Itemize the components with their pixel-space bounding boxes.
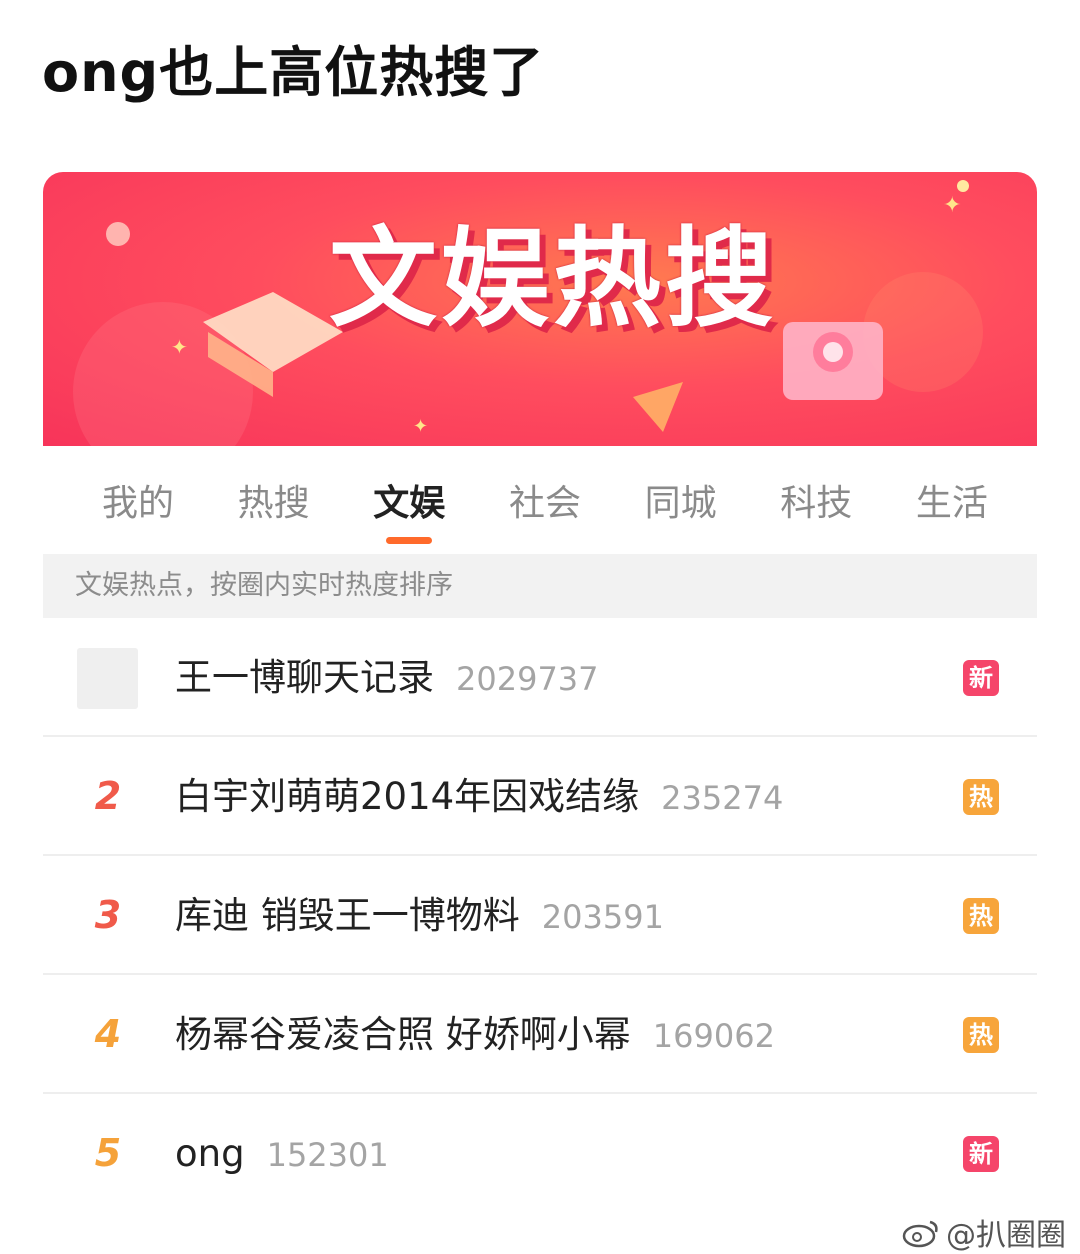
banner: ✦ ✦ ✦ 文娱热搜	[43, 172, 1037, 446]
heat-count: 169062	[652, 1017, 775, 1055]
tab-mine[interactable]: 我的	[93, 446, 183, 552]
rank-number: 4	[94, 1012, 122, 1056]
list-item[interactable]: 4 杨幂谷爱凌合照 好娇啊小幂 169062 热	[43, 975, 1037, 1094]
active-tab-indicator	[386, 537, 433, 544]
topic-line[interactable]: 杨幂谷爱凌合照 好娇啊小幂 169062	[175, 975, 775, 1096]
rank-number: 3	[94, 893, 122, 937]
topic-title: 杨幂谷爱凌合照 好娇啊小幂	[175, 1013, 631, 1056]
topic-title: 库迪 销毁王一博物料	[175, 894, 520, 937]
pinned-placeholder-icon	[77, 648, 138, 709]
heat-count: 203591	[541, 898, 664, 936]
topic-title: ong	[175, 1132, 245, 1175]
hot-badge: 热	[963, 898, 999, 934]
tab-life[interactable]: 生活	[907, 446, 997, 552]
topic-title: 白宇刘萌萌2014年因戏结缘	[175, 775, 640, 818]
topic-line[interactable]: 库迪 销毁王一博物料 203591	[175, 856, 664, 977]
heat-count: 2029737	[456, 660, 599, 698]
new-badge: 新	[963, 1136, 999, 1172]
topic-title: 王一博聊天记录	[175, 656, 434, 699]
watermark-text: @扒圈圈	[946, 1218, 1066, 1253]
list-item[interactable]: 2 白宇刘萌萌2014年因戏结缘 235274 热	[43, 737, 1037, 856]
post-title: ong也上高位热搜了	[42, 41, 545, 104]
rank-number: 5	[94, 1131, 122, 1175]
topic-line[interactable]: ong 152301	[175, 1094, 389, 1215]
category-tabs: 我的 热搜 文娱 社会 同城 科技 生活	[43, 446, 1037, 552]
tab-entertainment-label: 文娱	[373, 483, 446, 524]
hot-badge: 热	[963, 779, 999, 815]
tab-hot-search[interactable]: 热搜	[229, 446, 319, 552]
tab-local[interactable]: 同城	[636, 446, 726, 552]
svg-text:✦: ✦	[943, 193, 961, 218]
svg-text:✦: ✦	[171, 335, 188, 359]
list-item[interactable]: 王一博聊天记录 2029737 新	[43, 618, 1037, 737]
hot-badge: 热	[963, 1017, 999, 1053]
list-item[interactable]: 3 库迪 销毁王一博物料 203591 热	[43, 856, 1037, 975]
topic-line[interactable]: 白宇刘萌萌2014年因戏结缘 235274	[175, 737, 783, 858]
hot-search-card: ✦ ✦ ✦ 文娱热搜 我的 热搜 文娱 社会 同城 科技 生活 文娱热点，按圈内…	[43, 172, 1037, 1218]
list-description: 文娱热点，按圈内实时热度排序	[43, 554, 1037, 618]
watermark: @扒圈圈	[902, 1210, 1066, 1254]
heat-count: 152301	[266, 1136, 389, 1174]
topic-line[interactable]: 王一博聊天记录 2029737	[175, 618, 599, 739]
tab-tech[interactable]: 科技	[771, 446, 861, 552]
heat-count: 235274	[661, 779, 784, 817]
list-item[interactable]: 5 ong 152301 新	[43, 1094, 1037, 1213]
banner-title: 文娱热搜	[328, 217, 777, 342]
tab-entertainment[interactable]: 文娱	[364, 446, 454, 552]
rank-number: 2	[94, 774, 122, 818]
tab-society[interactable]: 社会	[500, 446, 590, 552]
new-badge: 新	[963, 660, 999, 696]
svg-text:✦: ✦	[413, 416, 428, 437]
weibo-icon	[902, 1220, 938, 1248]
